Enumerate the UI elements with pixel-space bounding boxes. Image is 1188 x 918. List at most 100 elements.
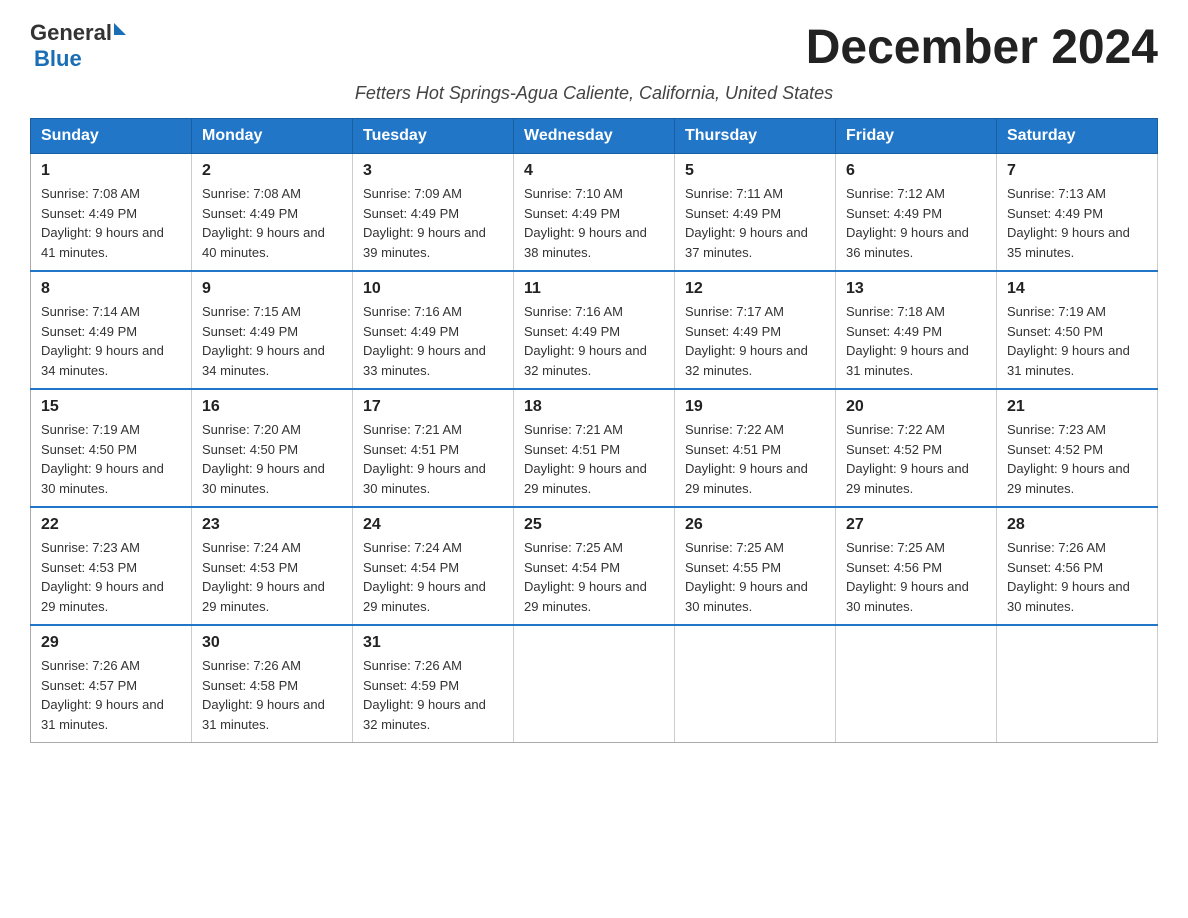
day-number: 11 xyxy=(524,280,664,298)
day-number: 26 xyxy=(685,516,825,534)
calendar-table: SundayMondayTuesdayWednesdayThursdayFrid… xyxy=(30,118,1158,743)
day-info: Sunrise: 7:22 AMSunset: 4:51 PMDaylight:… xyxy=(685,420,825,498)
day-number: 30 xyxy=(202,634,342,652)
day-number: 22 xyxy=(41,516,181,534)
calendar-day-cell: 12 Sunrise: 7:17 AMSunset: 4:49 PMDayligh… xyxy=(675,271,836,389)
logo-general-text: General xyxy=(30,20,112,46)
day-info: Sunrise: 7:17 AMSunset: 4:49 PMDaylight:… xyxy=(685,302,825,380)
day-info: Sunrise: 7:24 AMSunset: 4:53 PMDaylight:… xyxy=(202,538,342,616)
day-info: Sunrise: 7:21 AMSunset: 4:51 PMDaylight:… xyxy=(363,420,503,498)
calendar-day-cell: 8 Sunrise: 7:14 AMSunset: 4:49 PMDaylight… xyxy=(31,271,192,389)
weekday-header-saturday: Saturday xyxy=(997,119,1158,154)
day-number: 21 xyxy=(1007,398,1147,416)
weekday-header-row: SundayMondayTuesdayWednesdayThursdayFrid… xyxy=(31,119,1158,154)
calendar-day-cell: 14 Sunrise: 7:19 AMSunset: 4:50 PMDayligh… xyxy=(997,271,1158,389)
day-info: Sunrise: 7:25 AMSunset: 4:54 PMDaylight:… xyxy=(524,538,664,616)
day-info: Sunrise: 7:22 AMSunset: 4:52 PMDaylight:… xyxy=(846,420,986,498)
day-info: Sunrise: 7:13 AMSunset: 4:49 PMDaylight:… xyxy=(1007,184,1147,262)
weekday-header-thursday: Thursday xyxy=(675,119,836,154)
day-number: 24 xyxy=(363,516,503,534)
day-number: 1 xyxy=(41,162,181,180)
day-number: 29 xyxy=(41,634,181,652)
calendar-day-cell xyxy=(675,625,836,743)
day-info: Sunrise: 7:24 AMSunset: 4:54 PMDaylight:… xyxy=(363,538,503,616)
day-number: 18 xyxy=(524,398,664,416)
day-number: 2 xyxy=(202,162,342,180)
day-number: 25 xyxy=(524,516,664,534)
calendar-day-cell: 30Sunrise: 7:26 AMSunset: 4:58 PMDayligh… xyxy=(192,625,353,743)
day-number: 4 xyxy=(524,162,664,180)
calendar-day-cell: 4Sunrise: 7:10 AMSunset: 4:49 PMDaylight… xyxy=(514,154,675,272)
weekday-header-wednesday: Wednesday xyxy=(514,119,675,154)
weekday-header-tuesday: Tuesday xyxy=(353,119,514,154)
day-number: 16 xyxy=(202,398,342,416)
calendar-week-row: 22Sunrise: 7:23 AMSunset: 4:53 PMDayligh… xyxy=(31,507,1158,625)
day-info: Sunrise: 7:25 AMSunset: 4:55 PMDaylight:… xyxy=(685,538,825,616)
day-info: Sunrise: 7:18 AMSunset: 4:49 PMDaylight:… xyxy=(846,302,986,380)
day-info: Sunrise: 7:21 AMSunset: 4:51 PMDaylight:… xyxy=(524,420,664,498)
day-info: Sunrise: 7:14 AMSunset: 4:49 PMDaylight:… xyxy=(41,302,181,380)
day-info: Sunrise: 7:15 AMSunset: 4:49 PMDaylight:… xyxy=(202,302,342,380)
day-info: Sunrise: 7:11 AMSunset: 4:49 PMDaylight:… xyxy=(685,184,825,262)
calendar-day-cell xyxy=(836,625,997,743)
calendar-day-cell: 7 Sunrise: 7:13 AMSunset: 4:49 PMDaylight… xyxy=(997,154,1158,272)
day-number: 6 xyxy=(846,162,986,180)
calendar-week-row: 29 Sunrise: 7:26 AMSunset: 4:57 PMDayligh… xyxy=(31,625,1158,743)
day-number: 17 xyxy=(363,398,503,416)
day-number: 15 xyxy=(41,398,181,416)
day-number: 7 xyxy=(1007,162,1147,180)
day-info: Sunrise: 7:26 AMSunset: 4:59 PMDaylight:… xyxy=(363,656,503,734)
day-number: 14 xyxy=(1007,280,1147,298)
page-header: General Blue December 2024 xyxy=(30,20,1158,75)
calendar-day-cell: 2 Sunrise: 7:08 AMSunset: 4:49 PMDaylight… xyxy=(192,154,353,272)
logo: General Blue xyxy=(30,20,126,72)
calendar-day-cell: 21Sunrise: 7:23 AMSunset: 4:52 PMDayligh… xyxy=(997,389,1158,507)
calendar-day-cell: 22Sunrise: 7:23 AMSunset: 4:53 PMDayligh… xyxy=(31,507,192,625)
calendar-day-cell: 17 Sunrise: 7:21 AMSunset: 4:51 PMDayligh… xyxy=(353,389,514,507)
calendar-day-cell: 13 Sunrise: 7:18 AMSunset: 4:49 PMDayligh… xyxy=(836,271,997,389)
calendar-week-row: 8 Sunrise: 7:14 AMSunset: 4:49 PMDaylight… xyxy=(31,271,1158,389)
calendar-day-cell: 3Sunrise: 7:09 AMSunset: 4:49 PMDaylight… xyxy=(353,154,514,272)
calendar-day-cell: 28Sunrise: 7:26 AMSunset: 4:56 PMDayligh… xyxy=(997,507,1158,625)
calendar-day-cell: 5 Sunrise: 7:11 AMSunset: 4:49 PMDaylight… xyxy=(675,154,836,272)
day-number: 12 xyxy=(685,280,825,298)
calendar-day-cell: 1 Sunrise: 7:08 AMSunset: 4:49 PMDaylight… xyxy=(31,154,192,272)
calendar-week-row: 1 Sunrise: 7:08 AMSunset: 4:49 PMDaylight… xyxy=(31,154,1158,272)
day-info: Sunrise: 7:08 AMSunset: 4:49 PMDaylight:… xyxy=(202,184,342,262)
day-info: Sunrise: 7:08 AMSunset: 4:49 PMDaylight:… xyxy=(41,184,181,262)
calendar-day-cell: 24 Sunrise: 7:24 AMSunset: 4:54 PMDayligh… xyxy=(353,507,514,625)
day-number: 20 xyxy=(846,398,986,416)
calendar-day-cell: 23 Sunrise: 7:24 AMSunset: 4:53 PMDayligh… xyxy=(192,507,353,625)
calendar-day-cell: 25 Sunrise: 7:25 AMSunset: 4:54 PMDayligh… xyxy=(514,507,675,625)
day-number: 23 xyxy=(202,516,342,534)
calendar-day-cell: 29 Sunrise: 7:26 AMSunset: 4:57 PMDayligh… xyxy=(31,625,192,743)
day-info: Sunrise: 7:19 AMSunset: 4:50 PMDaylight:… xyxy=(1007,302,1147,380)
day-info: Sunrise: 7:25 AMSunset: 4:56 PMDaylight:… xyxy=(846,538,986,616)
day-number: 19 xyxy=(685,398,825,416)
day-number: 31 xyxy=(363,634,503,652)
calendar-week-row: 15Sunrise: 7:19 AMSunset: 4:50 PMDayligh… xyxy=(31,389,1158,507)
calendar-day-cell xyxy=(997,625,1158,743)
day-info: Sunrise: 7:09 AMSunset: 4:49 PMDaylight:… xyxy=(363,184,503,262)
day-number: 8 xyxy=(41,280,181,298)
calendar-day-cell xyxy=(514,625,675,743)
day-info: Sunrise: 7:26 AMSunset: 4:56 PMDaylight:… xyxy=(1007,538,1147,616)
weekday-header-sunday: Sunday xyxy=(31,119,192,154)
day-number: 10 xyxy=(363,280,503,298)
calendar-day-cell: 18 Sunrise: 7:21 AMSunset: 4:51 PMDayligh… xyxy=(514,389,675,507)
day-info: Sunrise: 7:16 AMSunset: 4:49 PMDaylight:… xyxy=(363,302,503,380)
calendar-day-cell: 26 Sunrise: 7:25 AMSunset: 4:55 PMDayligh… xyxy=(675,507,836,625)
calendar-body: 1 Sunrise: 7:08 AMSunset: 4:49 PMDaylight… xyxy=(31,154,1158,743)
day-number: 13 xyxy=(846,280,986,298)
calendar-day-cell: 9 Sunrise: 7:15 AMSunset: 4:49 PMDaylight… xyxy=(192,271,353,389)
day-number: 9 xyxy=(202,280,342,298)
calendar-day-cell: 11Sunrise: 7:16 AMSunset: 4:49 PMDayligh… xyxy=(514,271,675,389)
day-info: Sunrise: 7:26 AMSunset: 4:57 PMDaylight:… xyxy=(41,656,181,734)
calendar-day-cell: 16Sunrise: 7:20 AMSunset: 4:50 PMDayligh… xyxy=(192,389,353,507)
day-number: 5 xyxy=(685,162,825,180)
weekday-header-monday: Monday xyxy=(192,119,353,154)
day-number: 27 xyxy=(846,516,986,534)
calendar-day-cell: 10 Sunrise: 7:16 AMSunset: 4:49 PMDayligh… xyxy=(353,271,514,389)
weekday-header-friday: Friday xyxy=(836,119,997,154)
day-info: Sunrise: 7:12 AMSunset: 4:49 PMDaylight:… xyxy=(846,184,986,262)
